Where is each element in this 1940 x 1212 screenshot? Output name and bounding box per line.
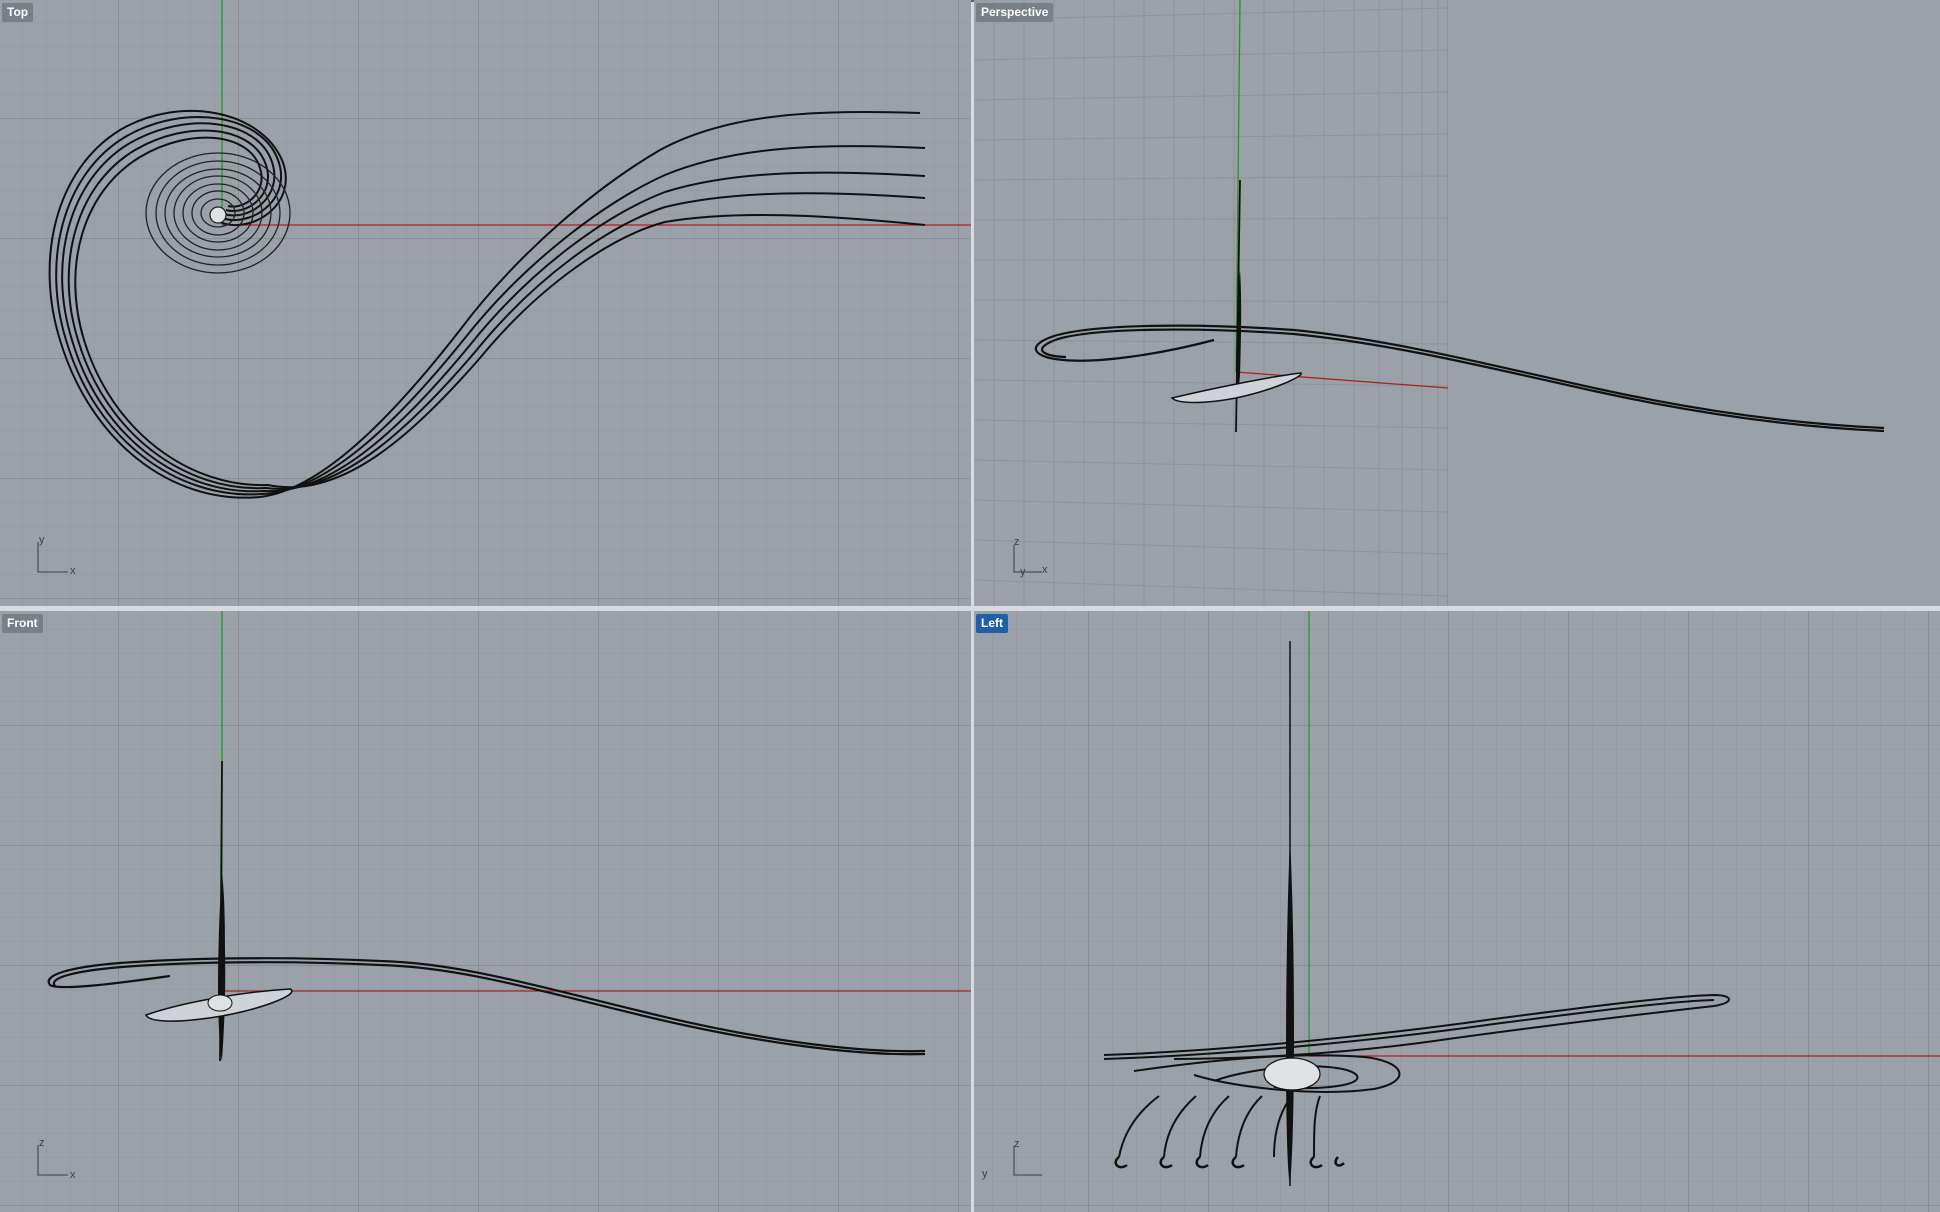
axis-triad-x-label: x	[1042, 564, 1048, 576]
axis-triad-z-label: z	[1014, 1138, 1020, 1150]
viewport-top-canvas[interactable]: y x	[0, 0, 971, 606]
axis-triad-x-label: x	[70, 565, 76, 577]
viewport-title-top[interactable]: Top	[2, 3, 34, 22]
viewport-title-front[interactable]: Front	[2, 614, 43, 633]
viewport-left-canvas[interactable]: z y	[974, 611, 1940, 1212]
axis-triad-z-label: z	[1014, 536, 1020, 548]
axis-triad-z-label: z	[39, 1137, 45, 1149]
perspective-grid	[974, 0, 1448, 606]
axis-triad-x-label: x	[70, 1169, 76, 1181]
viewport-perspective[interactable]: z y x Perspective	[974, 0, 1940, 606]
rhino-workspace: y x Top z y x Perspective z x Front z y …	[0, 0, 1940, 1212]
viewport-front[interactable]: z x Front	[0, 611, 971, 1212]
viewport-title-perspective[interactable]: Perspective	[976, 3, 1054, 22]
viewport-top[interactable]: y x Top	[0, 0, 971, 606]
axis-triad-y-label: y	[39, 534, 45, 546]
viewport-perspective-canvas[interactable]: z y x	[974, 0, 1940, 606]
axis-triad-y-label: y	[1020, 566, 1026, 578]
viewport-title-left[interactable]: Left	[976, 614, 1008, 633]
viewport-front-canvas[interactable]: z x	[0, 611, 971, 1212]
axis-triad-y-label: y	[982, 1168, 988, 1180]
viewport-left[interactable]: z y Left	[974, 611, 1940, 1212]
